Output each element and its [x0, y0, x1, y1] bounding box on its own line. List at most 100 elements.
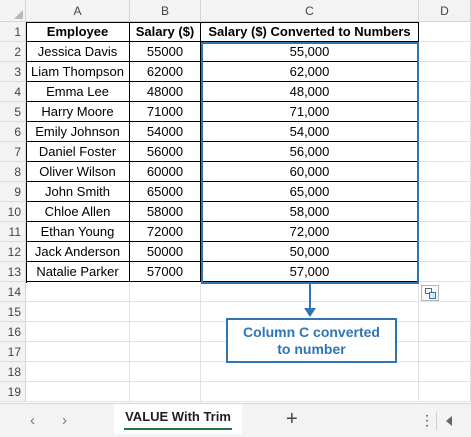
- row-header-5[interactable]: 5: [0, 102, 26, 122]
- add-sheet-icon[interactable]: +: [286, 408, 298, 431]
- row-header-14[interactable]: 14: [0, 282, 26, 302]
- empty-cell[interactable]: [26, 282, 130, 302]
- next-sheet-icon[interactable]: ›: [62, 412, 67, 429]
- empty-cell[interactable]: [419, 122, 471, 142]
- empty-cell[interactable]: [419, 22, 471, 42]
- column-header-d[interactable]: D: [419, 0, 471, 22]
- column-header-c[interactable]: C: [201, 0, 419, 22]
- table-cell[interactable]: 65,000: [201, 182, 419, 202]
- table-cell[interactable]: 48,000: [201, 82, 419, 102]
- row-header-19[interactable]: 19: [0, 382, 26, 402]
- empty-cell[interactable]: [419, 142, 471, 162]
- table-cell[interactable]: 55000: [130, 42, 201, 62]
- table-cell[interactable]: 65000: [130, 182, 201, 202]
- more-options-icon[interactable]: ⋮: [420, 412, 434, 429]
- table-cell[interactable]: Daniel Foster: [26, 142, 130, 162]
- row-header-9[interactable]: 9: [0, 182, 26, 202]
- worksheet-grid[interactable]: A B C D 1 2 3 4 5 6 7 8 9 10 11 12 13 14 15 16 17 18 19 Em…: [0, 0, 471, 403]
- table-cell[interactable]: Natalie Parker: [26, 262, 130, 282]
- table-header-cell[interactable]: Salary ($) Converted to Numbers: [201, 22, 419, 42]
- row-header-1[interactable]: 1: [0, 22, 26, 42]
- empty-cell[interactable]: [419, 242, 471, 262]
- row-header-3[interactable]: 3: [0, 62, 26, 82]
- empty-cell[interactable]: [26, 342, 130, 362]
- table-cell[interactable]: Liam Thompson: [26, 62, 130, 82]
- table-cell[interactable]: 50,000: [201, 242, 419, 262]
- select-all-corner[interactable]: [0, 0, 26, 22]
- row-header-6[interactable]: 6: [0, 122, 26, 142]
- empty-cell[interactable]: [419, 182, 471, 202]
- table-cell[interactable]: Emma Lee: [26, 82, 130, 102]
- table-cell[interactable]: 71000: [130, 102, 201, 122]
- empty-cell[interactable]: [419, 42, 471, 62]
- previous-sheet-icon[interactable]: ‹: [30, 412, 35, 429]
- table-header-cell[interactable]: Salary ($): [130, 22, 201, 42]
- empty-cell[interactable]: [419, 162, 471, 182]
- empty-cell[interactable]: [419, 102, 471, 122]
- table-cell[interactable]: 62,000: [201, 62, 419, 82]
- table-cell[interactable]: Jack Anderson: [26, 242, 130, 262]
- table-cell[interactable]: 72,000: [201, 222, 419, 242]
- table-cell[interactable]: 57,000: [201, 262, 419, 282]
- row-header-2[interactable]: 2: [0, 42, 26, 62]
- table-cell[interactable]: 58000: [130, 202, 201, 222]
- row-header-7[interactable]: 7: [0, 142, 26, 162]
- table-cell[interactable]: 60,000: [201, 162, 419, 182]
- empty-cell[interactable]: [419, 62, 471, 82]
- row-header-8[interactable]: 8: [0, 162, 26, 182]
- table-cell[interactable]: 62000: [130, 62, 201, 82]
- table-cell[interactable]: 55,000: [201, 42, 419, 62]
- row-header-17[interactable]: 17: [0, 342, 26, 362]
- empty-cell[interactable]: [419, 82, 471, 102]
- empty-cell[interactable]: [130, 282, 201, 302]
- column-header-b[interactable]: B: [130, 0, 201, 22]
- paste-options-icon[interactable]: [421, 285, 439, 301]
- table-cell[interactable]: Chloe Allen: [26, 202, 130, 222]
- empty-cell[interactable]: [419, 222, 471, 242]
- table-cell[interactable]: 54,000: [201, 122, 419, 142]
- row-header-4[interactable]: 4: [0, 82, 26, 102]
- empty-cell[interactable]: [130, 322, 201, 342]
- empty-cell[interactable]: [201, 382, 419, 402]
- empty-cell[interactable]: [419, 262, 471, 282]
- row-header-18[interactable]: 18: [0, 362, 26, 382]
- empty-cell[interactable]: [130, 342, 201, 362]
- table-cell[interactable]: 54000: [130, 122, 201, 142]
- table-cell[interactable]: 56,000: [201, 142, 419, 162]
- empty-cell[interactable]: [419, 362, 471, 382]
- row-header-15[interactable]: 15: [0, 302, 26, 322]
- table-cell[interactable]: 60000: [130, 162, 201, 182]
- table-cell[interactable]: Jessica Davis: [26, 42, 130, 62]
- empty-cell[interactable]: [419, 202, 471, 222]
- empty-cell[interactable]: [419, 322, 471, 342]
- empty-cell[interactable]: [26, 382, 130, 402]
- row-header-12[interactable]: 12: [0, 242, 26, 262]
- empty-cell[interactable]: [26, 322, 130, 342]
- table-cell[interactable]: 71,000: [201, 102, 419, 122]
- table-cell[interactable]: 57000: [130, 262, 201, 282]
- table-cell[interactable]: 56000: [130, 142, 201, 162]
- table-cell[interactable]: 72000: [130, 222, 201, 242]
- empty-cell[interactable]: [419, 342, 471, 362]
- row-header-10[interactable]: 10: [0, 202, 26, 222]
- row-header-16[interactable]: 16: [0, 322, 26, 342]
- table-cell[interactable]: 50000: [130, 242, 201, 262]
- empty-cell[interactable]: [130, 362, 201, 382]
- scroll-left-icon[interactable]: [446, 416, 452, 426]
- table-cell[interactable]: Harry Moore: [26, 102, 130, 122]
- empty-cell[interactable]: [130, 302, 201, 322]
- empty-cell[interactable]: [201, 362, 419, 382]
- table-cell[interactable]: John Smith: [26, 182, 130, 202]
- table-cell[interactable]: 48000: [130, 82, 201, 102]
- table-cell[interactable]: Oliver Wilson: [26, 162, 130, 182]
- empty-cell[interactable]: [26, 302, 130, 322]
- empty-cell[interactable]: [419, 382, 471, 402]
- row-header-11[interactable]: 11: [0, 222, 26, 242]
- column-header-a[interactable]: A: [26, 0, 130, 22]
- sheet-tab-value-with-trim[interactable]: VALUE With Trim: [114, 404, 242, 434]
- table-cell[interactable]: Emily Johnson: [26, 122, 130, 142]
- table-cell[interactable]: 58,000: [201, 202, 419, 222]
- empty-cell[interactable]: [419, 302, 471, 322]
- table-header-cell[interactable]: Employee: [26, 22, 130, 42]
- empty-cell[interactable]: [26, 362, 130, 382]
